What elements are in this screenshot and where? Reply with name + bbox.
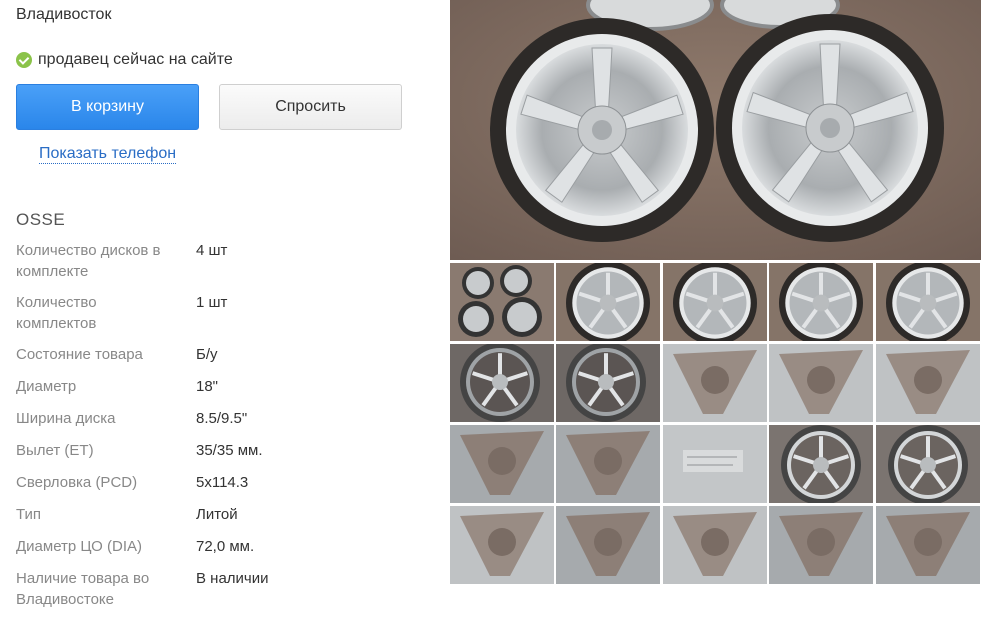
spec-value: 18" — [196, 378, 219, 395]
hub-closeup-photo — [769, 506, 873, 584]
product-info-panel: Владивосток продавец сейчас на сайте В к… — [0, 0, 440, 622]
check-circle-icon — [16, 52, 32, 68]
gallery-thumbnail[interactable] — [450, 263, 554, 341]
main-photo[interactable] — [450, 0, 981, 260]
show-phone-link[interactable]: Показать телефон — [39, 145, 177, 164]
wheel-front-photo — [769, 263, 873, 341]
seller-online-status: продавец сейчас на сайте — [16, 51, 233, 69]
gallery-thumbnail[interactable] — [663, 506, 767, 584]
spec-value: 1 шт — [196, 294, 228, 311]
gallery-thumbnail[interactable] — [556, 506, 660, 584]
spoke-closeup-photo — [663, 344, 767, 422]
spec-row: Вылет (ET) 35/35 мм. — [16, 440, 436, 472]
spec-value: 35/35 мм. — [196, 442, 263, 459]
spoke-closeup-photo — [663, 506, 767, 584]
hub-closeup-photo — [556, 425, 660, 503]
spec-row: Количество дисков в комплекте 4 шт — [16, 240, 436, 292]
gallery-thumbnail[interactable] — [876, 506, 980, 584]
seller-status-text: продавец сейчас на сайте — [38, 51, 233, 68]
specs-table: Количество дисков в комплекте 4 шт Колич… — [16, 240, 436, 620]
spec-row: Диаметр ЦО (DIA) 72,0 мм. — [16, 536, 436, 568]
wheel-front-photo — [663, 263, 767, 341]
wheel-rear-dirty-photo — [450, 344, 554, 422]
spec-row: Ширина диска 8.5/9.5" — [16, 408, 436, 440]
spec-label: Сверловка (PCD) — [16, 474, 138, 491]
spec-value: В наличии — [196, 570, 269, 587]
spec-value: 8.5/9.5" — [196, 410, 248, 427]
hub-closeup-photo — [556, 506, 660, 584]
spec-row: Диаметр 18" — [16, 376, 436, 408]
spoke-closeup-photo — [876, 344, 980, 422]
spec-label: Количество комплектов — [16, 294, 97, 332]
spec-label: Наличие товара во Владивостоке — [16, 570, 150, 608]
spec-label: Ширина диска — [16, 410, 116, 427]
gallery-thumbnail[interactable] — [450, 506, 554, 584]
gallery-thumbnail[interactable] — [876, 344, 980, 422]
gallery-thumbnail[interactable] — [769, 506, 873, 584]
label-closeup-photo — [663, 425, 767, 503]
photo-gallery — [450, 0, 981, 586]
spec-row: Состояние товара Б/у — [16, 344, 436, 376]
spec-label: Количество дисков в комплекте — [16, 242, 161, 280]
spec-value: 72,0 мм. — [196, 538, 255, 555]
gallery-thumbnail[interactable] — [876, 263, 980, 341]
gallery-thumbnail[interactable] — [876, 425, 980, 503]
add-to-cart-button[interactable]: В корзину — [16, 84, 199, 130]
spec-row: Тип Литой — [16, 504, 436, 536]
spec-row: Количество комплектов 1 шт — [16, 292, 436, 344]
wheel-pair-photo — [450, 0, 981, 260]
gallery-thumbnail[interactable] — [450, 425, 554, 503]
hub-closeup-photo — [450, 425, 554, 503]
gallery-thumbnail[interactable] — [769, 263, 873, 341]
ask-seller-button[interactable]: Спросить — [219, 84, 402, 130]
wheel-rear-dirty-photo — [556, 344, 660, 422]
spec-row: Наличие товара во Владивостоке В наличии — [16, 568, 436, 620]
spec-row: Сверловка (PCD) 5x114.3 — [16, 472, 436, 504]
spoke-closeup-photo — [769, 344, 873, 422]
wheel-front-photo — [876, 263, 980, 341]
spec-label: Диаметр ЦО (DIA) — [16, 538, 143, 555]
spec-value: 5x114.3 — [196, 474, 249, 491]
gallery-thumbnail[interactable] — [556, 263, 660, 341]
gallery-thumbnail[interactable] — [663, 344, 767, 422]
spoke-closeup-photo — [450, 506, 554, 584]
spec-value: 4 шт — [196, 242, 228, 259]
gallery-thumbnail[interactable] — [663, 425, 767, 503]
brand-title: OSSE — [16, 210, 66, 229]
spec-value: Б/у — [196, 346, 218, 363]
gallery-thumbnail[interactable] — [769, 344, 873, 422]
city-label: Владивосток — [16, 6, 112, 23]
spec-label: Диаметр — [16, 378, 77, 395]
wheel-rear-photo — [769, 425, 873, 503]
spec-label: Состояние товара — [16, 346, 143, 363]
gallery-thumbnail[interactable] — [663, 263, 767, 341]
spec-value: Литой — [196, 506, 238, 523]
gallery-thumbnail[interactable] — [556, 344, 660, 422]
hub-closeup-photo — [876, 506, 980, 584]
gallery-thumbnail[interactable] — [769, 425, 873, 503]
wheel-front-photo — [556, 263, 660, 341]
wheel-rear-photo — [876, 425, 980, 503]
spec-label: Вылет (ET) — [16, 442, 94, 459]
gallery-thumbnail[interactable] — [556, 425, 660, 503]
four-wheels-photo — [450, 263, 554, 341]
spec-label: Тип — [16, 506, 42, 523]
gallery-thumbnail[interactable] — [450, 344, 554, 422]
